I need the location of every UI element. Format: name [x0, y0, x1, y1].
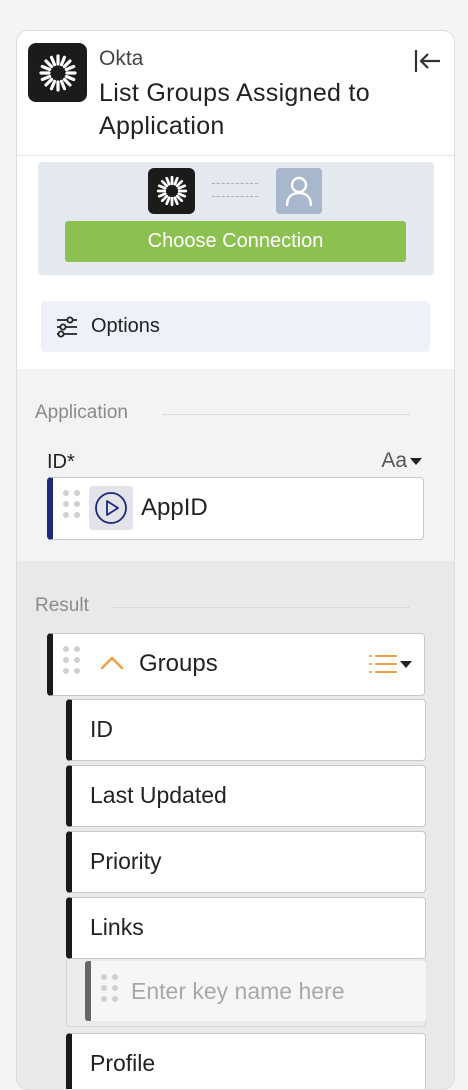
result-field-label: Last Updated: [90, 782, 227, 808]
okta-sunburst-icon: [28, 43, 87, 102]
type-toggle[interactable]: Aa: [381, 449, 422, 473]
section-divider: [113, 607, 409, 608]
list-type-toggle[interactable]: [369, 652, 412, 676]
groups-row[interactable]: Groups: [47, 633, 425, 696]
chevron-up-icon[interactable]: [99, 652, 125, 677]
okta-sunburst-icon: [148, 168, 195, 214]
options-label: Options: [91, 315, 160, 337]
result-field-row[interactable]: Links: [66, 897, 426, 959]
list-icon: [369, 655, 397, 673]
user-avatar-icon: [276, 168, 322, 214]
section-title-result: Result: [35, 595, 89, 616]
result-field-row[interactable]: Profile: [66, 1033, 426, 1089]
connection-box: Choose Connection: [38, 162, 434, 275]
sliders-icon: [57, 316, 77, 337]
key-name-field[interactable]: [85, 961, 426, 1021]
collapse-panel-icon: [414, 50, 440, 72]
result-field-label: Profile: [90, 1050, 156, 1076]
result-field-label: ID: [90, 716, 113, 742]
drag-handle-icon[interactable]: [63, 490, 80, 518]
result-field-row[interactable]: ID: [66, 699, 426, 761]
key-name-input[interactable]: [131, 975, 411, 1007]
result-section: Result Groups ID Last Updated Priority L…: [17, 561, 454, 1089]
nested-key-container: [66, 959, 426, 1027]
application-section: Application ID* Aa AppID: [17, 369, 454, 561]
connection-line: [212, 183, 258, 197]
section-title-application: Application: [35, 402, 128, 423]
section-divider: [163, 414, 409, 415]
options-button[interactable]: Options: [41, 301, 430, 352]
app-id-value: AppID: [141, 494, 208, 521]
action-panel: Okta List Groups Assigned to Application: [16, 30, 455, 1090]
id-field-label: ID*: [47, 451, 75, 473]
result-field-row[interactable]: Priority: [66, 831, 426, 893]
result-field-label: Priority: [90, 848, 162, 874]
result-field-label: Links: [90, 914, 144, 940]
caret-down-icon: [400, 660, 412, 668]
page-title: List Groups Assigned to Application: [99, 79, 370, 140]
result-field-row[interactable]: Last Updated: [66, 765, 426, 827]
drag-handle-icon[interactable]: [101, 974, 118, 1002]
groups-label: Groups: [139, 650, 218, 677]
app-id-field[interactable]: AppID: [47, 477, 424, 540]
collapse-panel-button[interactable]: [414, 47, 442, 75]
choose-connection-button[interactable]: Choose Connection: [65, 221, 406, 262]
drag-handle-icon[interactable]: [63, 646, 80, 674]
play-variable-icon: [89, 486, 133, 530]
provider-name: Okta: [99, 47, 144, 70]
type-toggle-label: Aa: [381, 449, 407, 472]
panel-header: Okta List Groups Assigned to Application: [17, 31, 454, 156]
caret-down-icon: [410, 457, 422, 465]
